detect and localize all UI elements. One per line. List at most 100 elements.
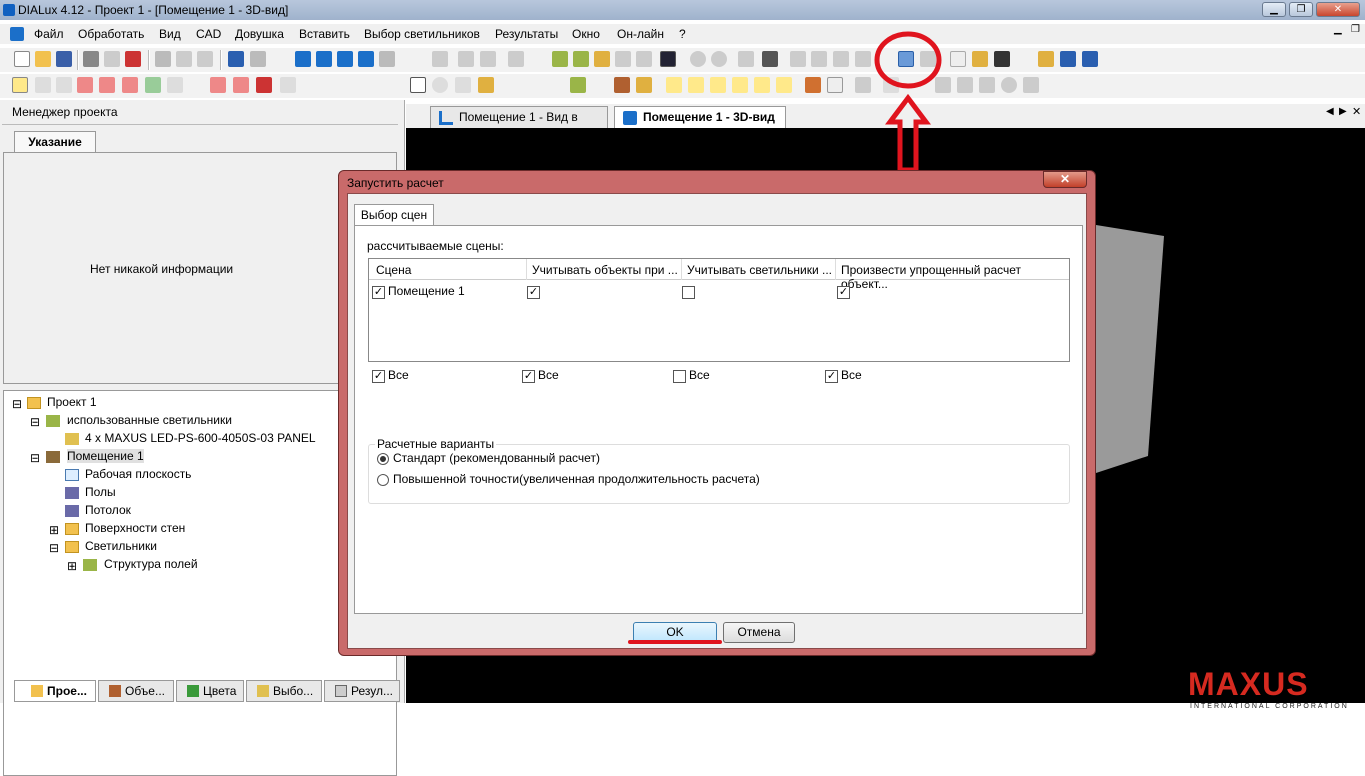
dxf-icon[interactable] xyxy=(280,77,296,93)
layout-icon[interactable] xyxy=(1060,51,1076,67)
luminaires-checkbox[interactable] xyxy=(682,286,695,299)
pointer-icon[interactable] xyxy=(410,77,426,93)
tab-project[interactable]: Прое... xyxy=(14,680,96,702)
redo-icon[interactable] xyxy=(250,51,266,67)
snap-icon[interactable] xyxy=(77,77,93,93)
key-icon[interactable] xyxy=(972,51,988,67)
restore-button[interactable]: ❐ xyxy=(1289,2,1313,17)
view-preset-icon[interactable] xyxy=(688,77,704,93)
open-icon[interactable] xyxy=(35,51,51,67)
tab-results[interactable]: Резул... xyxy=(324,680,400,702)
luminaire-insert-icon[interactable] xyxy=(552,51,568,67)
tree-item-room[interactable]: Помещение 1 xyxy=(67,449,144,463)
rotate-icon[interactable] xyxy=(56,77,72,93)
close-button[interactable]: ✕ xyxy=(1316,2,1360,17)
disabled-tool-icon[interactable] xyxy=(711,51,727,67)
menu-view[interactable]: Вид xyxy=(159,27,181,41)
measure-icon[interactable] xyxy=(762,51,778,67)
zoom-icon[interactable] xyxy=(432,77,448,93)
paste-icon[interactable] xyxy=(197,51,213,67)
film-icon[interactable] xyxy=(994,51,1010,67)
disabled-tool-icon[interactable] xyxy=(615,51,631,67)
mdi-restore-icon[interactable]: ❐ xyxy=(1351,24,1360,35)
undo-icon[interactable] xyxy=(228,51,244,67)
tab-close-icon[interactable]: ✕ xyxy=(1352,105,1361,118)
room-import-icon[interactable] xyxy=(358,51,374,67)
tab-scroll-right-icon[interactable]: ▶ xyxy=(1339,106,1347,117)
all-luminaires-checkbox[interactable] xyxy=(673,370,686,383)
tree-item-field-structure[interactable]: Структура полей xyxy=(104,557,198,571)
dialog-close-button[interactable]: ✕ xyxy=(1043,171,1087,188)
menu-file[interactable]: Файл xyxy=(34,27,64,41)
simplified-checkbox[interactable]: ✓ xyxy=(837,286,850,299)
tab-objects[interactable]: Объе... xyxy=(98,680,174,702)
snap-icon[interactable] xyxy=(256,77,272,93)
polygon-room-icon[interactable] xyxy=(337,51,353,67)
all-objects-checkbox[interactable]: ✓ xyxy=(522,370,535,383)
tab-scene-selection[interactable]: Выбор сцен xyxy=(354,204,434,226)
snap-icon[interactable] xyxy=(122,77,138,93)
exterior-icon[interactable] xyxy=(379,51,395,67)
snap-icon[interactable] xyxy=(210,77,226,93)
print-preview-icon[interactable] xyxy=(104,51,120,67)
circle-icon[interactable] xyxy=(1001,77,1017,93)
disabled-tool-icon[interactable] xyxy=(811,51,827,67)
snap-icon[interactable] xyxy=(233,77,249,93)
disabled-tool-icon[interactable] xyxy=(508,51,524,67)
tab-plan-view[interactable]: Помещение 1 - Вид в плане xyxy=(430,106,608,138)
disabled-tool-icon[interactable] xyxy=(738,51,754,67)
menu-trap[interactable]: Довушка xyxy=(235,27,284,41)
cut-icon[interactable] xyxy=(155,51,171,67)
tree-item-project[interactable]: Проект 1 xyxy=(47,395,97,409)
tree-item-luminaires-folder[interactable]: Светильники xyxy=(85,539,157,553)
menu-results[interactable]: Результаты xyxy=(495,27,558,41)
view-icon[interactable] xyxy=(570,77,586,93)
orbit-icon[interactable] xyxy=(455,77,471,93)
disabled-tool-icon[interactable] xyxy=(690,51,706,67)
disabled-tool-icon[interactable] xyxy=(790,51,806,67)
catalog-icon[interactable] xyxy=(594,51,610,67)
scene-checkbox[interactable]: ✓ xyxy=(372,286,385,299)
texture-icon[interactable] xyxy=(827,77,843,93)
menu-select-luminaires[interactable]: Выбор светильников xyxy=(364,27,480,41)
tab-colors[interactable]: Цвета xyxy=(176,680,244,702)
column-header-objects[interactable]: Учитывать объекты при ... xyxy=(532,263,678,277)
column-header-luminaires[interactable]: Учитывать светильники ... xyxy=(687,263,832,277)
tree-item-luminaire[interactable]: 4 x MAXUS LED-PS-600-4050S-03 PANEL xyxy=(85,431,316,445)
tree-item-workplane[interactable]: Рабочая плоскость xyxy=(85,467,191,481)
menu-insert[interactable]: Вставить xyxy=(299,27,350,41)
disabled-tool-icon[interactable] xyxy=(855,51,871,67)
column-header-simplified[interactable]: Произвести упрощенный расчет объект... xyxy=(841,263,1069,291)
menu-cad[interactable]: CAD xyxy=(196,27,221,41)
render-icon[interactable] xyxy=(660,51,676,67)
snap-icon[interactable] xyxy=(167,77,183,93)
pdf-icon[interactable] xyxy=(125,51,141,67)
tab-scroll-left-icon[interactable]: ◀ xyxy=(1326,106,1334,117)
cancel-button[interactable]: Отмена xyxy=(723,622,795,643)
furniture-icon[interactable] xyxy=(614,77,630,93)
disabled-tool-icon[interactable] xyxy=(432,51,448,67)
tree-item-ceiling[interactable]: Потолок xyxy=(85,503,131,517)
tree-item-floor[interactable]: Полы xyxy=(85,485,116,499)
menu-window[interactable]: Окно xyxy=(572,27,600,41)
split-view-icon[interactable] xyxy=(1082,51,1098,67)
view-preset-icon[interactable] xyxy=(732,77,748,93)
wizard-icon[interactable] xyxy=(1038,51,1054,67)
menu-help[interactable]: ? xyxy=(679,27,686,41)
view-preset-icon[interactable] xyxy=(710,77,726,93)
view-preset-icon[interactable] xyxy=(754,77,770,93)
snap-icon[interactable] xyxy=(99,77,115,93)
disabled-tool-icon[interactable] xyxy=(1023,77,1039,93)
minimize-button[interactable]: ▁ xyxy=(1262,2,1286,17)
disabled-tool-icon[interactable] xyxy=(833,51,849,67)
menu-online[interactable]: Он-лайн xyxy=(617,27,664,41)
view-preset-icon[interactable] xyxy=(776,77,792,93)
column-header-scene[interactable]: Сцена xyxy=(376,263,411,277)
radio-standard[interactable] xyxy=(377,453,389,465)
furniture-icon[interactable] xyxy=(636,77,652,93)
menu-edit[interactable]: Обработать xyxy=(78,27,144,41)
all-simplified-checkbox[interactable]: ✓ xyxy=(825,370,838,383)
tree-item-used-luminaires[interactable]: использованные светильники xyxy=(67,413,232,427)
luminaire-field-icon[interactable] xyxy=(573,51,589,67)
tab-select[interactable]: Выбо... xyxy=(246,680,322,702)
